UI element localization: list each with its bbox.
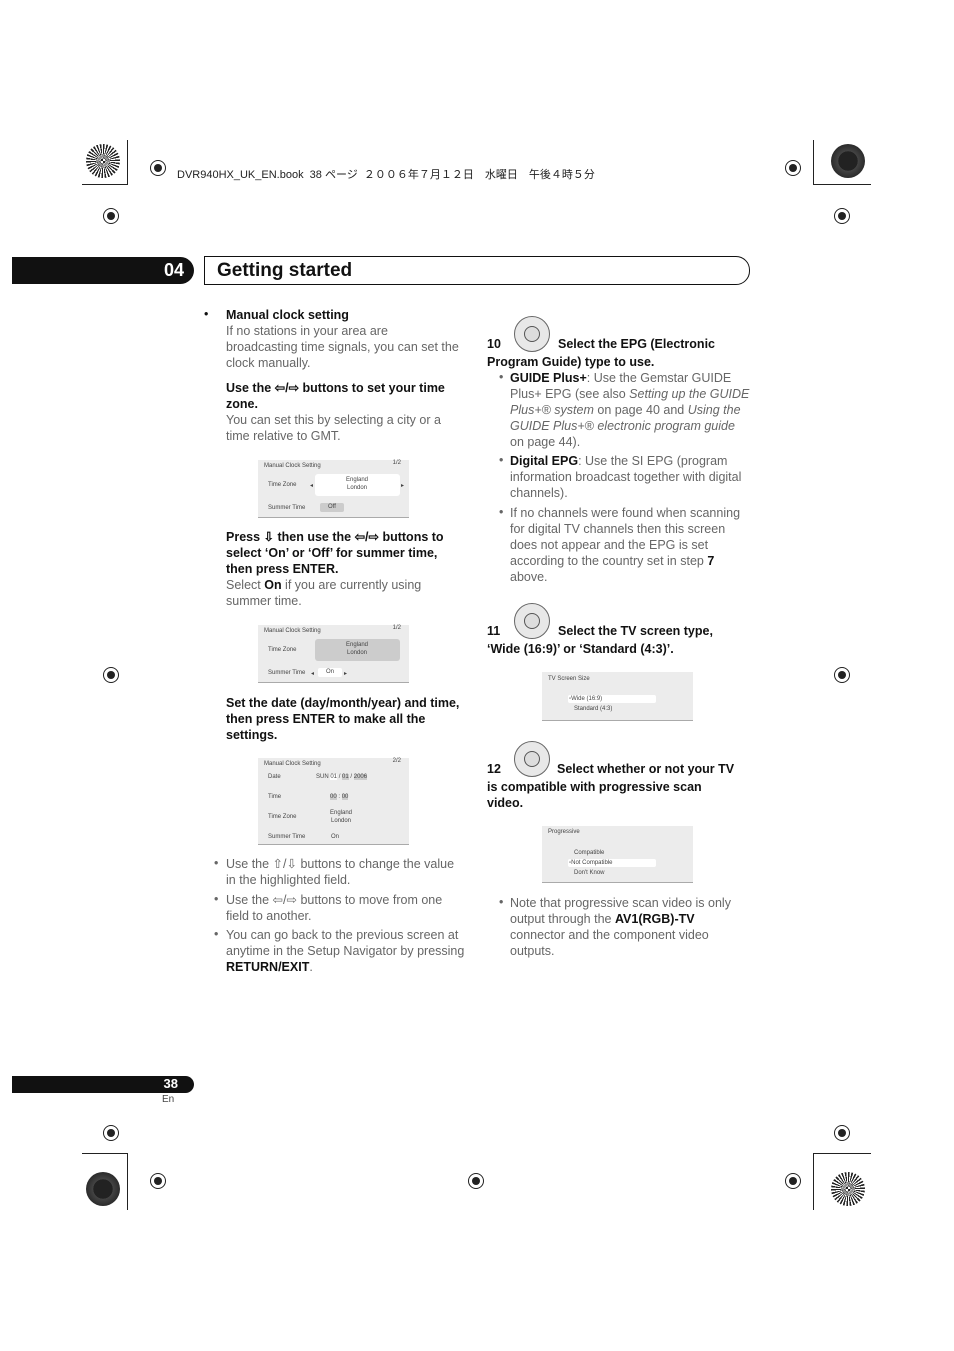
note-progressive: Note that progressive scan video is only… bbox=[510, 896, 731, 958]
remote-dial-icon bbox=[514, 316, 550, 352]
bullet-guide-plus: GUIDE Plus+: Use the Gemstar GUIDE Plus+… bbox=[510, 371, 750, 449]
screen-timezone: Manual Clock Setting 1/2 Time Zone ◂ Engl… bbox=[258, 460, 409, 518]
step-12-number: 12 bbox=[487, 762, 501, 776]
bullet-move-field: Use the ⇦/⇨ buttons to move from one fie… bbox=[226, 893, 443, 923]
registration-star-icon bbox=[86, 144, 120, 178]
print-header: DVR940HX_UK_EN.book 38 ページ ２００６年７月１２日 水曜… bbox=[177, 169, 595, 181]
screen-date-time: Manual Clock Setting 2/2 Date SUN 01 / 01… bbox=[258, 758, 409, 845]
step-timezone-heading: Use the ⇦/⇨ buttons to set your time zon… bbox=[226, 381, 445, 411]
page-number: 38 bbox=[163, 1076, 178, 1091]
language-label: En bbox=[162, 1094, 175, 1105]
crosshair-icon bbox=[103, 208, 119, 224]
manual-clock-body: If no stations in your area are broadcas… bbox=[226, 324, 459, 370]
crosshair-icon bbox=[834, 1125, 850, 1141]
bullet-digital-epg: Digital EPG: Use the SI EPG (program inf… bbox=[510, 454, 742, 500]
step-11-heading-2: ‘Wide (16:9)’ or ‘Standard (4:3)’. bbox=[487, 642, 674, 656]
step-11-number: 11 bbox=[487, 624, 501, 638]
step-10-heading-2: Program Guide) type to use. bbox=[487, 355, 655, 369]
registration-star-icon bbox=[831, 1172, 865, 1206]
crosshair-icon bbox=[468, 1173, 484, 1189]
step-10-heading-1: Select the EPG (Electronic bbox=[558, 337, 715, 351]
registration-star-icon bbox=[831, 144, 865, 178]
bullet-no-channels: If no channels were found when scanning … bbox=[510, 506, 741, 584]
crosshair-icon bbox=[103, 667, 119, 683]
step-date-heading: Set the date (day/month/year) and time, … bbox=[226, 696, 460, 742]
chapter-tab: 04 bbox=[12, 257, 194, 284]
remote-dial-icon bbox=[514, 603, 550, 639]
registration-star-icon bbox=[86, 1172, 120, 1206]
remote-dial-icon bbox=[514, 741, 550, 777]
step-12-heading-1: Select whether or not your TV bbox=[557, 762, 735, 776]
manual-page: DVR940HX_UK_EN.book 38 ページ ２００６年７月１２日 水曜… bbox=[0, 0, 954, 1351]
crosshair-icon bbox=[103, 1125, 119, 1141]
bullet-return: You can go back to the previous screen a… bbox=[226, 928, 465, 974]
step-timezone-body: You can set this by selecting a city or … bbox=[226, 413, 441, 443]
screen-tv-size: TV Screen Size ▫Wide (16:9) Standard (4:… bbox=[542, 672, 693, 721]
screen-summer-time: Manual Clock Setting 1/2 Time Zone Englan… bbox=[258, 625, 409, 683]
manual-clock-title: Manual clock setting bbox=[226, 308, 349, 322]
crosshair-icon bbox=[834, 667, 850, 683]
crosshair-icon bbox=[150, 1173, 166, 1189]
step-12-heading-2: is compatible with progressive scan vide… bbox=[487, 780, 702, 810]
chapter-title: Getting started bbox=[217, 260, 353, 281]
bullet-change-value: Use the ⇧/⇩ buttons to change the value … bbox=[226, 857, 455, 887]
step-11-heading-1: Select the TV screen type, bbox=[558, 624, 713, 638]
step-summer-heading: Press ⇩ then use the ⇦/⇨ buttons to sele… bbox=[226, 530, 444, 576]
crosshair-icon bbox=[150, 160, 166, 176]
screen-progressive: Progressive Compatible ▫Not Compatible D… bbox=[542, 826, 693, 883]
step-summer-body: Select On if you are currently using sum… bbox=[226, 578, 422, 608]
crosshair-icon bbox=[785, 160, 801, 176]
crosshair-icon bbox=[785, 1173, 801, 1189]
step-10-number: 10 bbox=[487, 337, 501, 351]
chapter-number: 04 bbox=[163, 260, 184, 280]
chapter-title-bar: Getting started bbox=[204, 256, 750, 285]
crosshair-icon bbox=[834, 208, 850, 224]
page-number-tab: 38 bbox=[12, 1076, 194, 1093]
